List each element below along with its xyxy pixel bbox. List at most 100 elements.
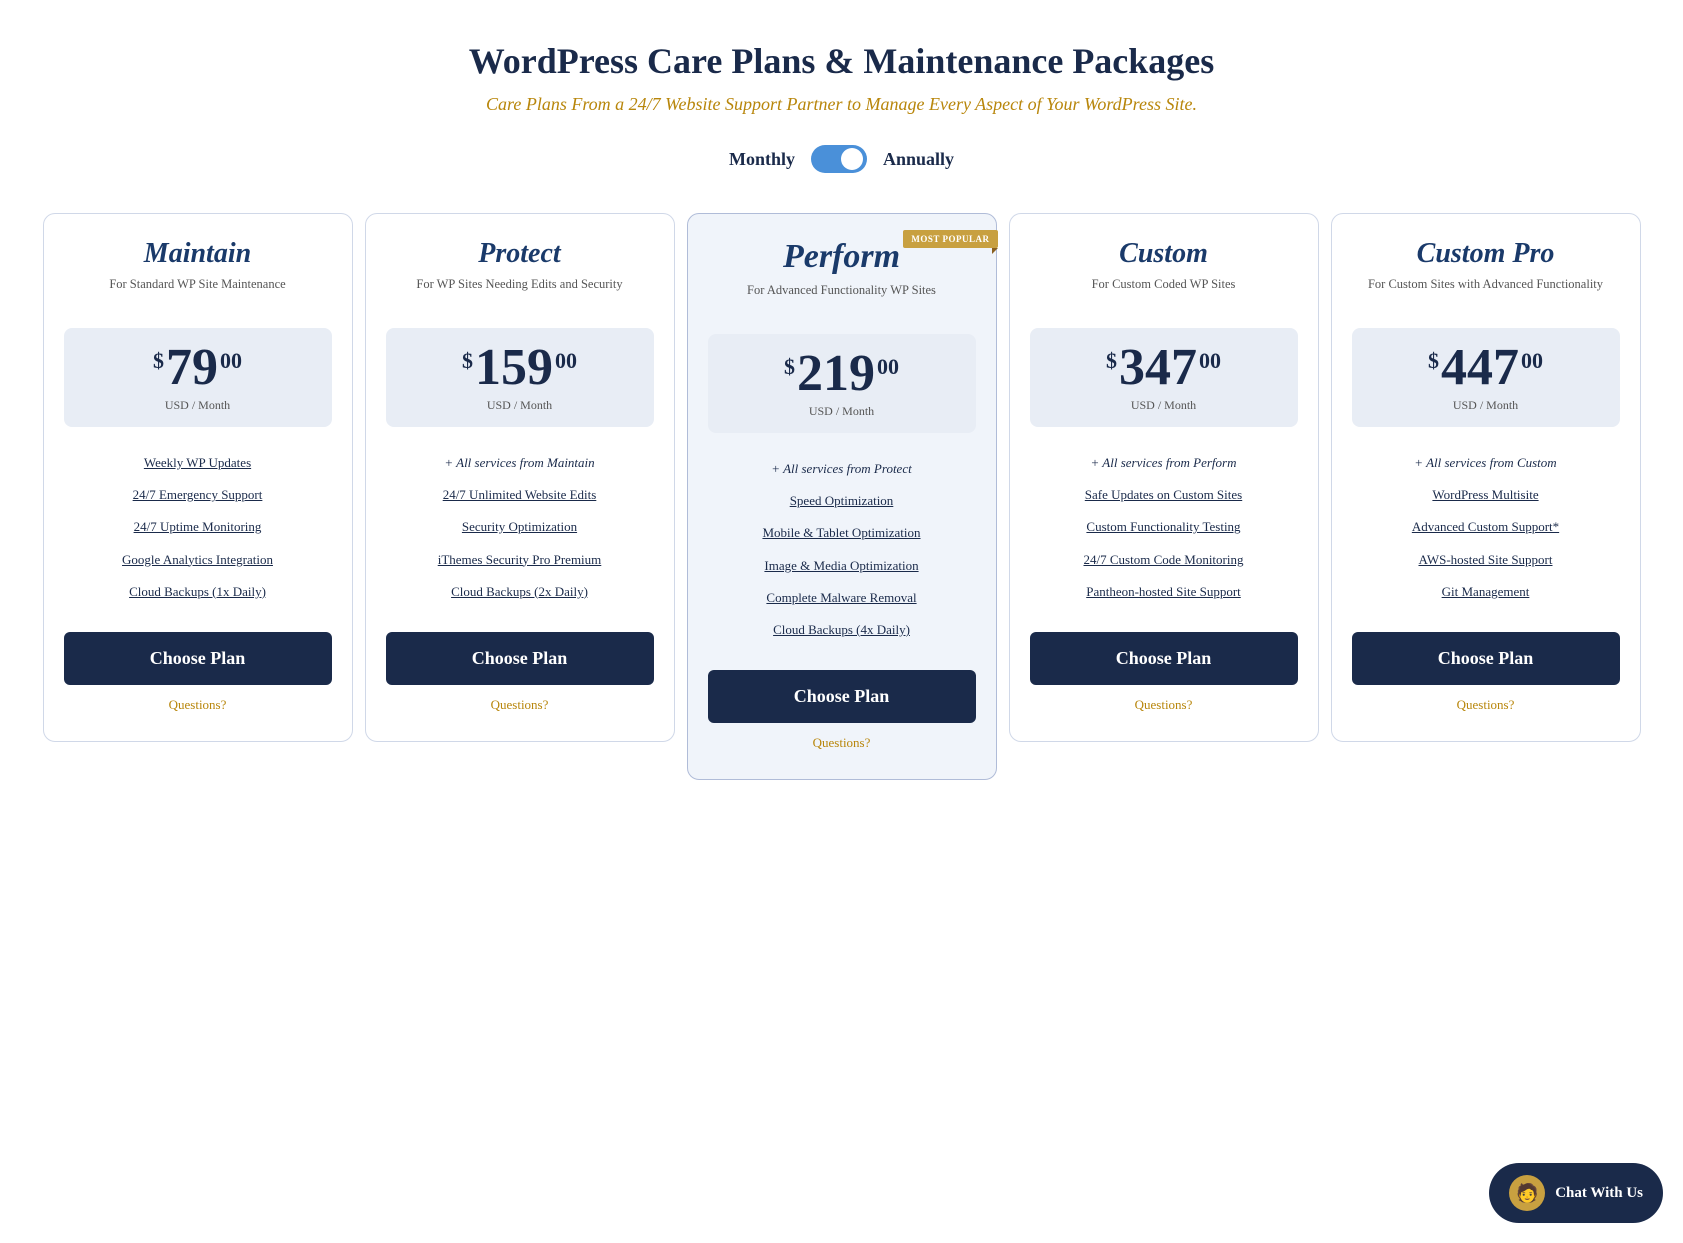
price-cents: 00	[220, 348, 242, 374]
feature-item: Security Optimization	[386, 511, 654, 543]
price-dollar: $	[1428, 348, 1439, 374]
price-amount: 159	[475, 342, 553, 394]
choose-plan-button[interactable]: Choose Plan	[1352, 632, 1620, 685]
plan-name: Maintain	[64, 238, 332, 270]
feature-item: 24/7 Emergency Support	[64, 479, 332, 511]
chat-label: Chat With Us	[1555, 1185, 1643, 1202]
billing-toggle-row: Monthly Annually	[20, 145, 1663, 173]
feature-item: + All services from Custom	[1352, 447, 1620, 479]
choose-plan-button[interactable]: Choose Plan	[708, 670, 976, 723]
plan-card-inner: Custom Pro For Custom Sites with Advance…	[1352, 238, 1620, 713]
choose-plan-button[interactable]: Choose Plan	[1030, 632, 1298, 685]
price-cents: 00	[1199, 348, 1221, 374]
billing-toggle[interactable]	[811, 145, 867, 173]
questions-link[interactable]: Questions?	[1352, 697, 1620, 713]
price-box: $ 347 00 USD / Month	[1030, 328, 1298, 427]
features-list: + All services from CustomWordPress Mult…	[1352, 447, 1620, 608]
toggle-knob	[841, 148, 863, 170]
price-cents: 00	[555, 348, 577, 374]
feature-item: Mobile & Tablet Optimization	[708, 517, 976, 549]
plan-card-perform: MOST POPULAR Perform For Advanced Functi…	[687, 213, 997, 780]
price-main: $ 447 00	[1362, 342, 1610, 394]
plan-card-protect: Protect For WP Sites Needing Edits and S…	[365, 213, 675, 742]
price-period: USD / Month	[74, 398, 322, 413]
price-amount: 347	[1119, 342, 1197, 394]
plan-desc: For Standard WP Site Maintenance	[64, 276, 332, 312]
feature-item: Image & Media Optimization	[708, 550, 976, 582]
feature-item: Custom Functionality Testing	[1030, 511, 1298, 543]
choose-plan-button[interactable]: Choose Plan	[64, 632, 332, 685]
price-dollar: $	[784, 354, 795, 380]
feature-item: + All services from Maintain	[386, 447, 654, 479]
questions-link[interactable]: Questions?	[1030, 697, 1298, 713]
price-main: $ 219 00	[718, 348, 966, 400]
price-period: USD / Month	[396, 398, 644, 413]
questions-link[interactable]: Questions?	[386, 697, 654, 713]
feature-item: + All services from Perform	[1030, 447, 1298, 479]
price-amount: 447	[1441, 342, 1519, 394]
plan-card-custom-pro: Custom Pro For Custom Sites with Advance…	[1331, 213, 1641, 742]
features-list: + All services from PerformSafe Updates …	[1030, 447, 1298, 608]
price-main: $ 347 00	[1040, 342, 1288, 394]
feature-item: 24/7 Uptime Monitoring	[64, 511, 332, 543]
page-title: WordPress Care Plans & Maintenance Packa…	[20, 40, 1663, 82]
page-subtitle: Care Plans From a 24/7 Website Support P…	[20, 94, 1663, 115]
feature-item: Google Analytics Integration	[64, 544, 332, 576]
feature-item: 24/7 Custom Code Monitoring	[1030, 544, 1298, 576]
feature-item: Cloud Backups (2x Daily)	[386, 576, 654, 608]
price-dollar: $	[153, 348, 164, 374]
annually-label: Annually	[883, 149, 954, 170]
feature-item: Safe Updates on Custom Sites	[1030, 479, 1298, 511]
page-header: WordPress Care Plans & Maintenance Packa…	[20, 40, 1663, 173]
plan-card-custom: Custom For Custom Coded WP Sites $ 347 0…	[1009, 213, 1319, 742]
price-amount: 79	[166, 342, 218, 394]
plan-desc: For WP Sites Needing Edits and Security	[386, 276, 654, 312]
questions-link[interactable]: Questions?	[708, 735, 976, 751]
plan-card-inner: Perform For Advanced Functionality WP Si…	[708, 238, 976, 751]
price-main: $ 79 00	[74, 342, 322, 394]
feature-item: Git Management	[1352, 576, 1620, 608]
price-cents: 00	[1521, 348, 1543, 374]
plan-card-inner: Protect For WP Sites Needing Edits and S…	[386, 238, 654, 713]
price-period: USD / Month	[1040, 398, 1288, 413]
price-dollar: $	[1106, 348, 1117, 374]
features-list: + All services from Maintain24/7 Unlimit…	[386, 447, 654, 608]
plan-name: Protect	[386, 238, 654, 270]
price-box: $ 79 00 USD / Month	[64, 328, 332, 427]
choose-plan-button[interactable]: Choose Plan	[386, 632, 654, 685]
feature-item: Speed Optimization	[708, 485, 976, 517]
plan-desc: For Custom Sites with Advanced Functiona…	[1352, 276, 1620, 312]
price-amount: 219	[797, 348, 875, 400]
plan-card-inner: Custom For Custom Coded WP Sites $ 347 0…	[1030, 238, 1298, 713]
most-popular-badge: MOST POPULAR	[903, 230, 997, 248]
feature-item: Cloud Backups (1x Daily)	[64, 576, 332, 608]
feature-item: iThemes Security Pro Premium	[386, 544, 654, 576]
monthly-label: Monthly	[729, 149, 795, 170]
feature-item: Pantheon-hosted Site Support	[1030, 576, 1298, 608]
price-box: $ 159 00 USD / Month	[386, 328, 654, 427]
chat-avatar: 🧑	[1509, 1175, 1545, 1211]
plan-card-inner: Maintain For Standard WP Site Maintenanc…	[64, 238, 332, 713]
plan-name: Custom Pro	[1352, 238, 1620, 270]
feature-item: 24/7 Unlimited Website Edits	[386, 479, 654, 511]
price-cents: 00	[877, 354, 899, 380]
feature-item: Cloud Backups (4x Daily)	[708, 614, 976, 646]
plan-name: Custom	[1030, 238, 1298, 270]
feature-item: AWS-hosted Site Support	[1352, 544, 1620, 576]
price-box: $ 219 00 USD / Month	[708, 334, 976, 433]
feature-item: + All services from Protect	[708, 453, 976, 485]
price-period: USD / Month	[718, 404, 966, 419]
plan-card-maintain: Maintain For Standard WP Site Maintenanc…	[43, 213, 353, 742]
price-period: USD / Month	[1362, 398, 1610, 413]
features-list: + All services from ProtectSpeed Optimiz…	[708, 453, 976, 646]
feature-item: Advanced Custom Support*	[1352, 511, 1620, 543]
plan-desc: For Custom Coded WP Sites	[1030, 276, 1298, 312]
plan-desc: For Advanced Functionality WP Sites	[708, 282, 976, 318]
features-list: Weekly WP Updates24/7 Emergency Support2…	[64, 447, 332, 608]
price-main: $ 159 00	[396, 342, 644, 394]
plans-container: Maintain For Standard WP Site Maintenanc…	[22, 213, 1662, 780]
questions-link[interactable]: Questions?	[64, 697, 332, 713]
price-box: $ 447 00 USD / Month	[1352, 328, 1620, 427]
feature-item: WordPress Multisite	[1352, 479, 1620, 511]
chat-widget[interactable]: 🧑 Chat With Us	[1489, 1163, 1663, 1223]
